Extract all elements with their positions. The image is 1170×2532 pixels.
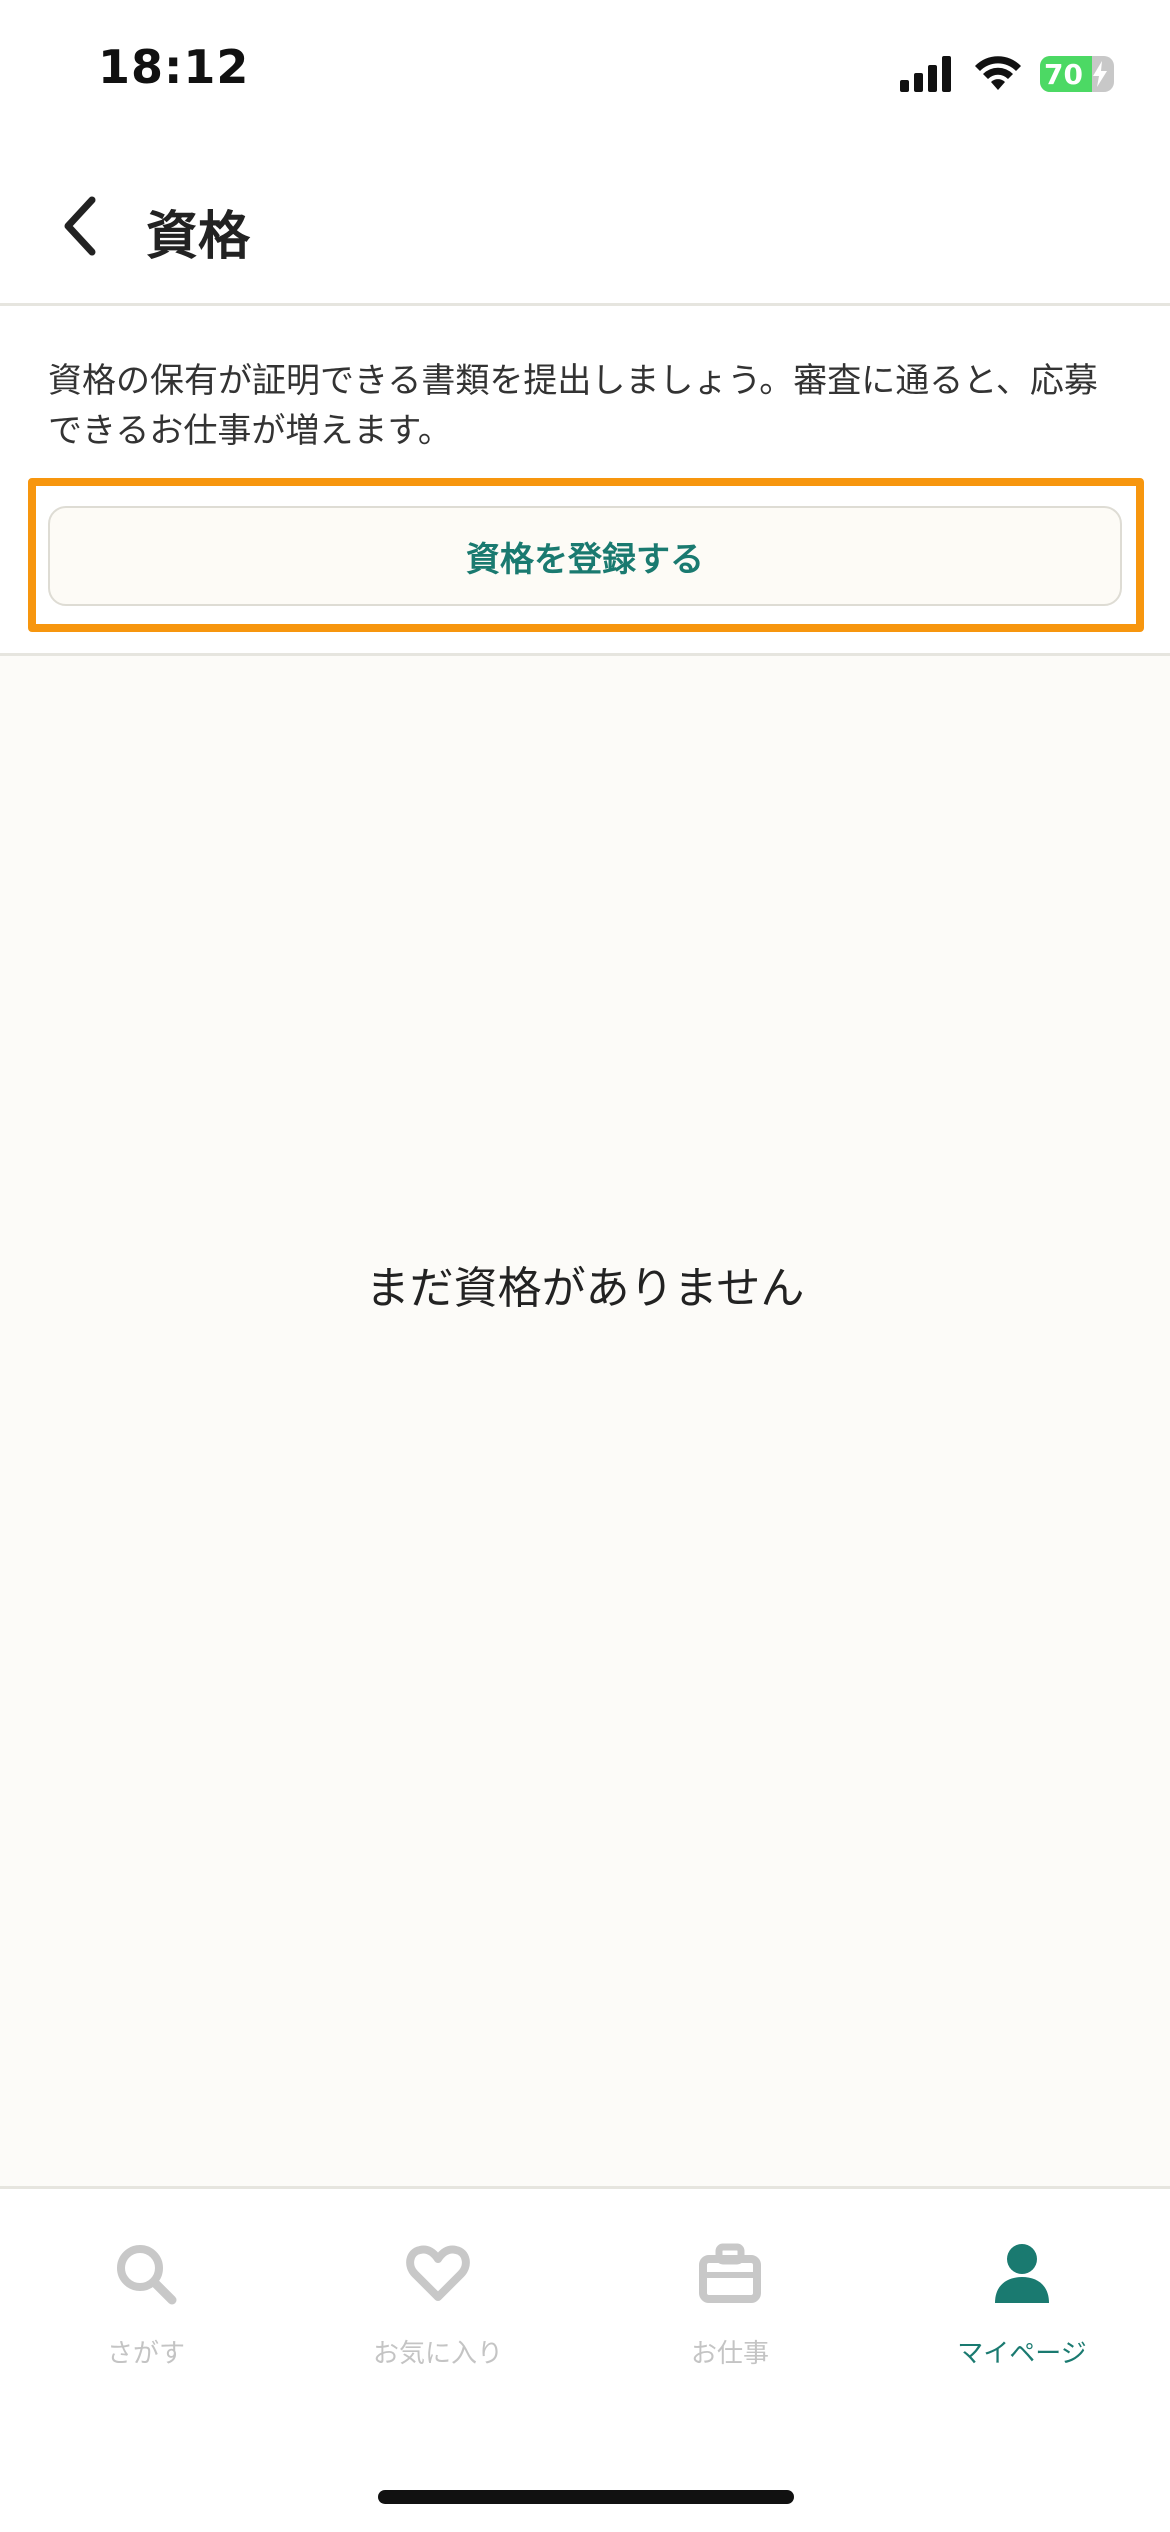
page-title: 資格: [146, 207, 251, 267]
search-icon: [117, 2245, 177, 2305]
status-time: 18:12: [98, 40, 250, 94]
status-icons: 70: [900, 52, 1114, 96]
tab-bar: さがす お気に入り お仕事 マイページ: [0, 2186, 1170, 2532]
person-icon: [995, 2244, 1049, 2303]
tab-label-favorites: お気に入り: [372, 2339, 503, 2369]
charging-bolt-icon: [1093, 61, 1107, 87]
tab-label-mypage: マイページ: [957, 2339, 1087, 2369]
tab-label-jobs: お仕事: [690, 2339, 769, 2369]
chevron-left-icon: [64, 196, 96, 256]
register-qualification-button[interactable]: 資格を登録する: [48, 506, 1122, 606]
status-bar: 18:12 70: [0, 0, 1170, 150]
info-section: 資格の保有が証明できる書類を提出しましょう。審査に通ると、応募できるお仕事が増え…: [0, 306, 1170, 656]
info-description: 資格の保有が証明できる書類を提出しましょう。審査に通ると、応募できるお仕事が増え…: [48, 361, 1098, 451]
empty-state-area: まだ資格がありません: [0, 656, 1170, 2186]
tab-search[interactable]: さがす: [0, 2241, 292, 2391]
wifi-icon: [975, 56, 1021, 90]
battery-icon: 70: [1040, 56, 1114, 92]
tab-label-search: さがす: [106, 2339, 185, 2369]
header: 資格: [0, 150, 1170, 306]
tab-mypage[interactable]: マイページ: [876, 2241, 1168, 2391]
briefcase-icon: [699, 2243, 761, 2303]
empty-state-message: まだ資格がありません: [365, 1263, 805, 1314]
battery-level: 70: [1044, 58, 1083, 91]
signal-icon: [900, 56, 951, 92]
back-button[interactable]: [50, 188, 120, 264]
tab-favorites[interactable]: お気に入り: [292, 2241, 584, 2391]
heart-icon: [406, 2245, 470, 2301]
home-indicator: [378, 2490, 794, 2504]
tab-jobs[interactable]: お仕事: [584, 2241, 876, 2391]
